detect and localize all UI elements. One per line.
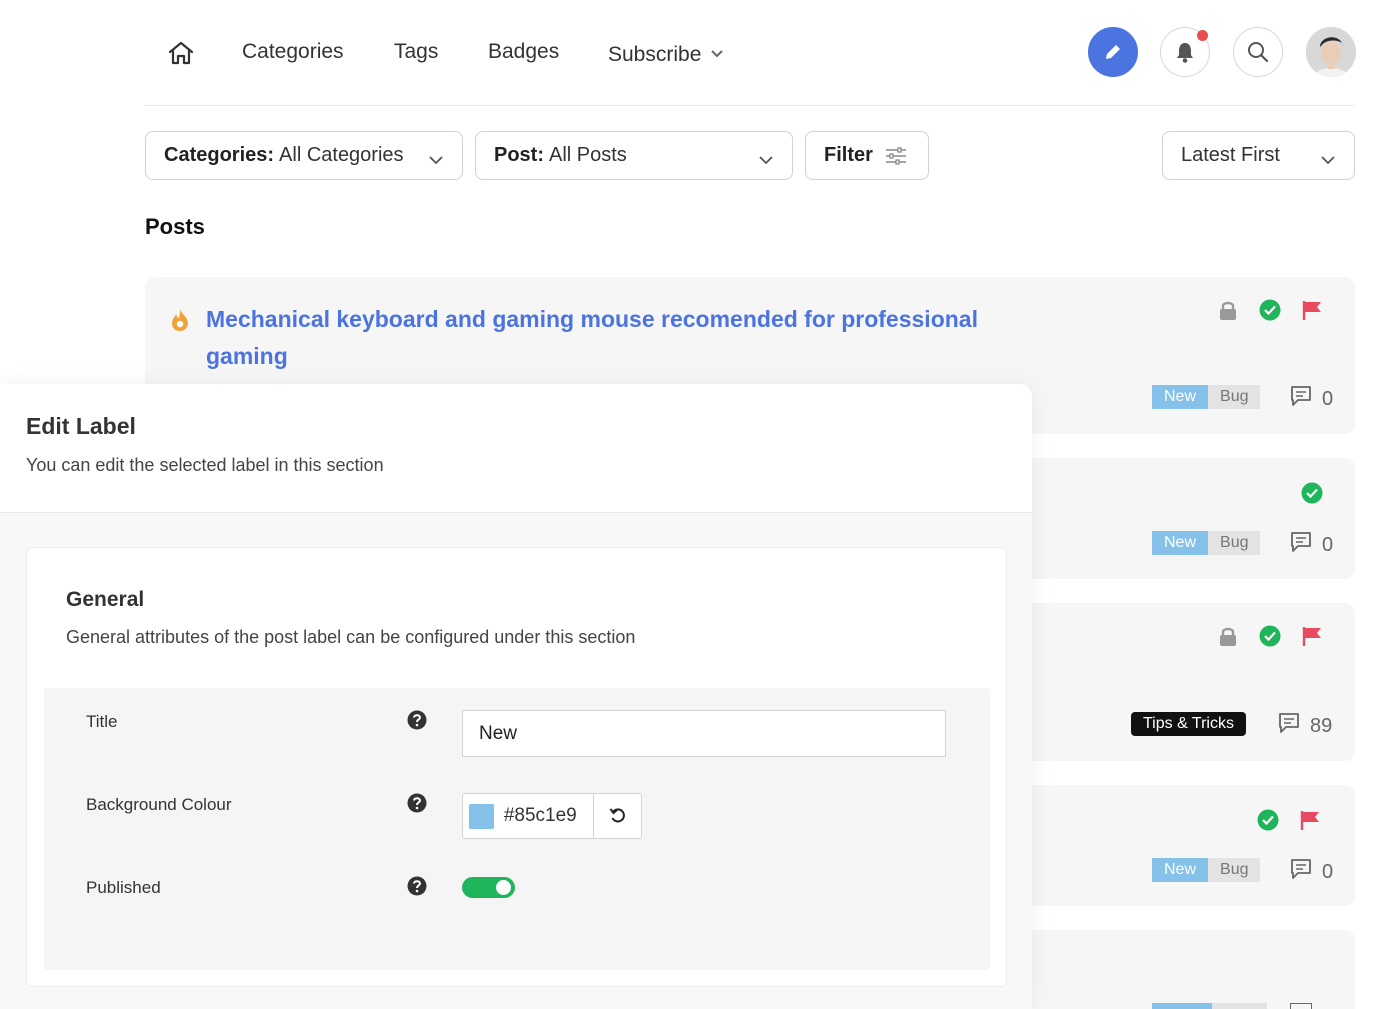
comment-count[interactable]: 0 <box>1290 531 1333 559</box>
top-nav: Categories Tags Badges Subscribe <box>145 0 1356 106</box>
post-title[interactable]: Mechanical keyboard and gaming mouse rec… <box>206 301 1006 375</box>
compose-button[interactable] <box>1088 27 1138 77</box>
avatar[interactable] <box>1306 27 1356 77</box>
comment-count-value: 89 <box>1310 714 1333 737</box>
title-input[interactable]: New <box>462 710 946 757</box>
nav-badges[interactable]: Badges <box>488 40 559 64</box>
label-bug[interactable]: Bug <box>1208 858 1261 882</box>
post-status-icons <box>1207 625 1333 647</box>
comment-icon <box>1290 858 1312 886</box>
check-circle-icon <box>1291 482 1333 504</box>
chevron-down-icon <box>711 40 724 64</box>
title-field-label: Title <box>86 712 118 731</box>
help-icon[interactable] <box>407 710 427 730</box>
sliders-icon <box>885 146 907 165</box>
undo-icon <box>609 808 625 823</box>
comment-count-value: 0 <box>1322 387 1334 410</box>
post-status-icons <box>1247 809 1331 831</box>
help-icon[interactable] <box>407 876 427 896</box>
pencil-icon <box>1106 43 1122 59</box>
label-new[interactable]: New <box>1152 858 1209 882</box>
label-new-partial <box>1152 1003 1212 1009</box>
general-title: General <box>66 588 145 611</box>
nav-subscribe-label: Subscribe <box>608 43 702 66</box>
post-filter-value: All Posts <box>549 144 627 166</box>
post-filter[interactable]: Post: All Posts <box>475 131 793 180</box>
edit-label-header: Edit Label You can edit the selected lab… <box>0 384 1032 513</box>
comment-icon <box>1278 712 1300 740</box>
label-tips-and-tricks[interactable]: Tips & Tricks <box>1131 712 1246 736</box>
published-label: Published <box>86 878 161 897</box>
flame-icon <box>170 308 190 337</box>
nav-subscribe[interactable]: Subscribe <box>608 40 724 67</box>
lock-icon <box>1207 299 1249 321</box>
flag-icon <box>1291 625 1333 647</box>
posts-heading: Posts <box>145 214 205 239</box>
post-status-icons <box>1207 299 1333 321</box>
post-labels: New Bug <box>1152 385 1261 409</box>
filter-button-label: Filter <box>824 144 873 166</box>
home-icon[interactable] <box>167 40 195 66</box>
filter-button[interactable]: Filter <box>805 131 929 180</box>
post-status-icons <box>1291 482 1333 504</box>
chevron-down-icon <box>428 148 444 171</box>
comment-icon <box>1290 385 1312 413</box>
general-subtitle: General attributes of the post label can… <box>66 627 636 647</box>
post-labels: New Bug <box>1152 858 1261 882</box>
flag-icon <box>1289 809 1331 831</box>
background-colour-label: Background Colour <box>86 795 232 814</box>
flag-icon <box>1291 299 1333 321</box>
notifications-button[interactable] <box>1160 27 1210 77</box>
check-circle-icon <box>1249 625 1291 647</box>
lock-icon <box>1207 625 1249 647</box>
comment-icon <box>1290 531 1312 559</box>
check-circle-icon <box>1247 809 1289 831</box>
post-filter-key: Post: <box>494 144 544 166</box>
comment-count-value: 0 <box>1322 860 1334 883</box>
comment-count[interactable]: 0 <box>1290 385 1333 413</box>
label-bug[interactable]: Bug <box>1208 385 1261 409</box>
post-labels: New Bug <box>1152 531 1261 555</box>
post-labels-partial <box>1152 1003 1267 1009</box>
categories-filter[interactable]: Categories: All Categories <box>145 131 463 180</box>
label-bug-partial <box>1212 1003 1267 1009</box>
chevron-down-icon <box>1320 148 1336 171</box>
toggle-knob <box>496 880 511 895</box>
categories-filter-value: All Categories <box>279 144 404 166</box>
search-button[interactable] <box>1233 27 1283 77</box>
avatar-image <box>1306 27 1356 77</box>
categories-filter-key: Categories: <box>164 144 275 166</box>
help-icon[interactable] <box>407 793 427 813</box>
label-new[interactable]: New <box>1152 385 1209 409</box>
chevron-down-icon <box>758 148 774 171</box>
nav-tags[interactable]: Tags <box>394 40 438 64</box>
sort-select[interactable]: Latest First <box>1162 131 1355 180</box>
reset-colour-button[interactable] <box>593 794 641 838</box>
comment-count-value: 0 <box>1322 533 1334 556</box>
notification-dot <box>1197 30 1208 41</box>
nav-categories[interactable]: Categories <box>242 40 344 64</box>
post-labels: Tips & Tricks <box>1131 712 1246 736</box>
colour-hex-value[interactable]: #85c1e9 <box>504 805 593 827</box>
background-colour-picker[interactable]: #85c1e9 <box>462 793 642 839</box>
label-fields: Title New Background Colour #85c1e9 Publ… <box>44 688 990 970</box>
comment-icon <box>1290 1003 1312 1009</box>
check-circle-icon <box>1249 299 1291 321</box>
search-icon <box>1248 42 1269 63</box>
published-toggle[interactable] <box>462 877 515 898</box>
colour-swatch[interactable] <box>469 803 494 829</box>
edit-label-panel: Edit Label You can edit the selected lab… <box>0 384 1032 1009</box>
comment-count[interactable]: 89 <box>1278 712 1332 740</box>
bell-icon <box>1177 43 1193 63</box>
comment-count[interactable]: 0 <box>1290 858 1333 886</box>
edit-label-subtitle: You can edit the selected label in this … <box>26 455 384 475</box>
label-new[interactable]: New <box>1152 531 1209 555</box>
sort-select-value: Latest First <box>1181 144 1280 166</box>
edit-label-title: Edit Label <box>26 413 136 439</box>
label-bug[interactable]: Bug <box>1208 531 1261 555</box>
general-section: General General attributes of the post l… <box>26 547 1007 987</box>
